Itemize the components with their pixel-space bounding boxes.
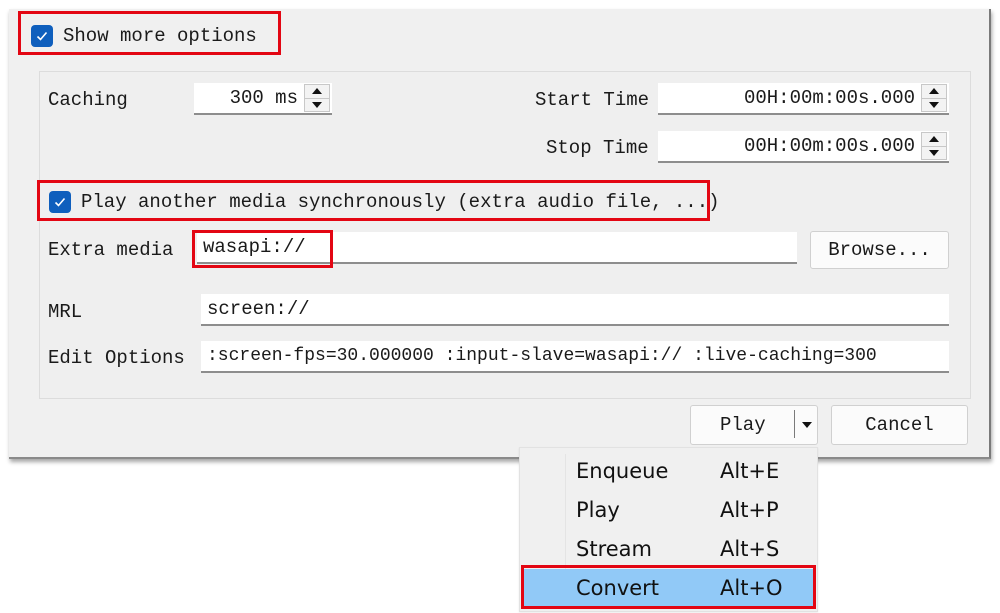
checkmark-icon [54,197,66,207]
edit-options-input[interactable]: :screen-fps=30.000000 :input-slave=wasap… [201,341,949,373]
play-another-media-checkbox[interactable] [49,191,71,213]
open-media-dialog: Show more options Caching 300 ms Start T… [9,9,991,459]
start-time-increment-button[interactable] [922,85,946,98]
start-time-decrement-button[interactable] [922,97,946,112]
play-dropdown-separator [794,410,795,438]
menu-item-label: Play [576,498,620,522]
menu-item-play[interactable]: Play Alt+P [522,491,815,529]
play-button-label[interactable]: Play [720,414,766,436]
stop-time-value[interactable]: 00H:00m:00s.000 [658,135,921,157]
arrow-up-icon [929,136,939,143]
caching-increment-button[interactable] [305,85,329,98]
show-more-options-label: Show more options [63,25,257,47]
start-time-label: Start Time [535,89,650,111]
stop-time-label: Stop Time [546,137,649,159]
caching-decrement-button[interactable] [305,97,329,112]
menu-item-enqueue[interactable]: Enqueue Alt+E [522,452,815,490]
caching-spinbox[interactable]: 300 ms [194,83,332,115]
stop-time-spinner[interactable] [921,132,947,160]
annotation-highlight-extra-media [192,230,333,268]
stop-time-spinbox[interactable]: 00H:00m:00s.000 [658,131,949,163]
menu-item-label: Enqueue [576,459,669,483]
menu-item-shortcut: Alt+P [720,498,779,522]
play-split-button[interactable]: Play [690,405,818,445]
menu-item-shortcut: Alt+S [720,537,780,561]
show-more-options-checkbox[interactable] [31,25,53,47]
stop-time-decrement-button[interactable] [922,145,946,160]
mrl-value[interactable]: screen:// [201,298,949,320]
stop-time-increment-button[interactable] [922,133,946,146]
menu-item-stream[interactable]: Stream Alt+S [522,530,815,568]
edit-options-value[interactable]: :screen-fps=30.000000 :input-slave=wasap… [201,346,949,366]
play-another-media-label: Play another media synchronously (extra … [81,191,720,213]
arrow-up-icon [312,88,322,95]
cancel-button-label: Cancel [865,414,934,436]
checkmark-icon [36,31,48,41]
mrl-input[interactable]: screen:// [201,294,949,326]
caching-label: Caching [48,89,128,111]
start-time-spinbox[interactable]: 00H:00m:00s.000 [658,83,949,115]
annotation-highlight-convert [521,565,816,609]
arrow-up-icon [929,88,939,95]
start-time-value[interactable]: 00H:00m:00s.000 [658,87,921,109]
browse-button-label: Browse... [828,239,931,261]
edit-options-label: Edit Options [48,347,185,369]
arrow-down-icon [929,101,939,108]
browse-button[interactable]: Browse... [810,231,949,269]
chevron-down-icon [802,422,812,428]
arrow-down-icon [312,101,322,108]
start-time-spinner[interactable] [921,84,947,112]
cancel-button[interactable]: Cancel [831,405,968,445]
caching-value[interactable]: 300 ms [194,87,304,109]
menu-item-shortcut: Alt+E [720,459,780,483]
arrow-down-icon [929,149,939,156]
mrl-label: MRL [48,301,83,323]
caching-spinner[interactable] [304,84,330,112]
play-dropdown-toggle[interactable] [796,406,818,444]
menu-item-label: Stream [576,537,652,561]
extra-media-label: Extra media [48,239,174,261]
